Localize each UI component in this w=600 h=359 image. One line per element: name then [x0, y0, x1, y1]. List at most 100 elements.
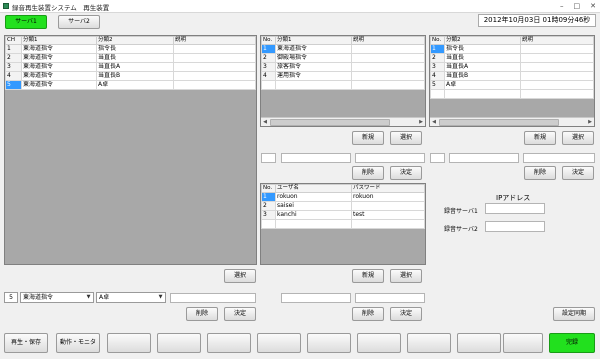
class1-delete-button[interactable]: 削除 — [352, 166, 384, 180]
cell[interactable] — [351, 71, 425, 81]
scrollbar-thumb[interactable] — [270, 119, 390, 126]
chevron-down-icon[interactable]: ▼ — [157, 294, 164, 301]
cell[interactable]: 運用指令 — [275, 71, 352, 81]
server1-ip-input[interactable] — [485, 203, 545, 214]
playback-save-button[interactable]: 再生・保存 — [4, 333, 48, 353]
cell[interactable] — [275, 219, 352, 229]
cell[interactable]: 東海道指令 — [21, 80, 97, 90]
blank-nav-button[interactable] — [357, 333, 401, 353]
table-row[interactable]: 1 rokuon rokuon — [261, 192, 425, 202]
cell[interactable]: 指令長 — [96, 44, 174, 54]
cell[interactable]: 御殿場指令 — [275, 53, 352, 63]
scroll-left-icon[interactable]: ◀ — [262, 119, 268, 125]
channel-desc-input[interactable] — [170, 293, 256, 303]
table-row[interactable]: 1 東海道指令 指令長 — [5, 44, 256, 54]
class2-delete-button[interactable]: 削除 — [524, 166, 556, 180]
table-row[interactable]: 4 運用指令 — [261, 71, 425, 81]
blank-nav-button[interactable] — [407, 333, 451, 353]
table-row[interactable] — [261, 219, 425, 229]
blank-nav-button[interactable] — [307, 333, 351, 353]
column-header[interactable]: No. — [430, 36, 445, 45]
channel-delete-button[interactable]: 削除 — [186, 307, 218, 321]
cell[interactable] — [520, 89, 594, 99]
table-row[interactable]: 1 指令長 — [430, 44, 594, 54]
table-row[interactable]: 2 御殿場指令 — [261, 53, 425, 63]
column-header[interactable]: CH — [5, 36, 22, 45]
cell[interactable] — [520, 44, 594, 54]
column-header[interactable]: 分類2 — [96, 36, 174, 45]
cell[interactable] — [351, 201, 425, 211]
cell[interactable]: A卓 — [96, 80, 174, 90]
cell[interactable]: 東海道指令 — [21, 62, 97, 72]
scroll-right-icon[interactable]: ▶ — [587, 119, 593, 125]
ch-number-field[interactable]: 5 — [4, 292, 18, 303]
table-row[interactable] — [430, 89, 594, 99]
class1-desc-input[interactable] — [355, 153, 425, 163]
class1-select-button[interactable]: 選択 — [390, 131, 422, 145]
close-icon[interactable]: ✕ — [590, 2, 596, 10]
cell[interactable]: 当直長 — [96, 53, 174, 63]
cell[interactable]: rokuon — [351, 192, 425, 202]
cell[interactable] — [173, 53, 256, 63]
cell[interactable]: 当直長A — [96, 62, 174, 72]
cell[interactable]: A卓 — [444, 80, 521, 90]
chevron-down-icon[interactable]: ▼ — [85, 294, 92, 301]
blank-nav-button[interactable] — [257, 333, 301, 353]
cell[interactable] — [173, 44, 256, 54]
class1-dropdown[interactable]: 東海道指令 ▼ — [20, 292, 94, 303]
cell[interactable]: 東海道指令 — [21, 44, 97, 54]
table-row[interactable]: 3 kanchi test — [261, 210, 425, 220]
class2-name-input[interactable] — [449, 153, 519, 163]
class1-no-input[interactable] — [261, 153, 276, 163]
user-confirm-button[interactable]: 決定 — [390, 307, 422, 321]
class2-grid[interactable]: No. 分類2 説明 1 指令長 2 当直長 3 当直長A 4 当直長B 5 A… — [429, 35, 595, 127]
table-row[interactable]: 4 東海道指令 当直長B — [5, 71, 256, 81]
scroll-right-icon[interactable]: ▶ — [418, 119, 424, 125]
cell[interactable] — [351, 219, 425, 229]
cell[interactable] — [351, 80, 425, 90]
scroll-left-icon[interactable]: ◀ — [431, 119, 437, 125]
cell[interactable]: 指令長 — [444, 44, 521, 54]
class2-no-input[interactable] — [430, 153, 445, 163]
column-header[interactable]: No. — [261, 36, 276, 45]
user-password-input[interactable] — [355, 293, 425, 303]
users-grid[interactable]: No. ユーザ名 パスワード 1 rokuon rokuon 2 saisei … — [260, 183, 426, 265]
table-row[interactable]: 2 saisei — [261, 201, 425, 211]
cell[interactable] — [351, 62, 425, 72]
cell[interactable]: 東海道指令 — [275, 44, 352, 54]
cell[interactable]: 当直長B — [96, 71, 174, 81]
table-row[interactable]: 4 当直長B — [430, 71, 594, 81]
blank-nav-button[interactable] — [503, 333, 543, 353]
channel-grid[interactable]: CH 分類1 分類2 説明 1 東海道指令 指令長 2 東海道指令 当直長 3 … — [4, 35, 257, 265]
tab-server1[interactable]: サーバ1 — [5, 15, 47, 29]
class1-confirm-button[interactable]: 決定 — [390, 166, 422, 180]
class1-name-input[interactable] — [281, 153, 351, 163]
cell[interactable] — [351, 44, 425, 54]
table-row[interactable]: 3 東海道指令 当直長A — [5, 62, 256, 72]
user-new-button[interactable]: 新規 — [352, 269, 384, 283]
cell[interactable]: 東海道指令 — [21, 53, 97, 63]
table-row[interactable]: 2 当直長 — [430, 53, 594, 63]
cell[interactable] — [520, 80, 594, 90]
action-monitor-button[interactable]: 動作・モニタ — [56, 333, 100, 353]
cell[interactable]: 当直長A — [444, 62, 521, 72]
table-row[interactable]: 5 A卓 — [430, 80, 594, 90]
server2-ip-input[interactable] — [485, 221, 545, 232]
class2-new-button[interactable]: 新規 — [524, 131, 556, 145]
cell[interactable] — [173, 80, 256, 90]
cell[interactable]: 東海道指令 — [21, 71, 97, 81]
column-header[interactable]: 説明 — [173, 36, 256, 45]
cell[interactable]: saisei — [275, 201, 352, 211]
cell[interactable] — [173, 71, 256, 81]
horizontal-scrollbar[interactable]: ◀ ▶ — [430, 117, 594, 126]
cell[interactable]: test — [351, 210, 425, 220]
tab-server2[interactable]: サーバ2 — [58, 15, 100, 29]
cell[interactable] — [275, 80, 352, 90]
column-header[interactable]: 分類2 — [444, 36, 521, 45]
cell[interactable]: rokuon — [275, 192, 352, 202]
complete-button[interactable]: 完録 — [549, 333, 595, 353]
column-header[interactable]: 分類1 — [275, 36, 352, 45]
column-header[interactable]: ユーザ名 — [275, 184, 352, 193]
cell[interactable]: 旅客指令 — [275, 62, 352, 72]
class1-grid[interactable]: No. 分類1 説明 1 東海道指令 2 御殿場指令 3 旅客指令 4 運用指令 — [260, 35, 426, 127]
